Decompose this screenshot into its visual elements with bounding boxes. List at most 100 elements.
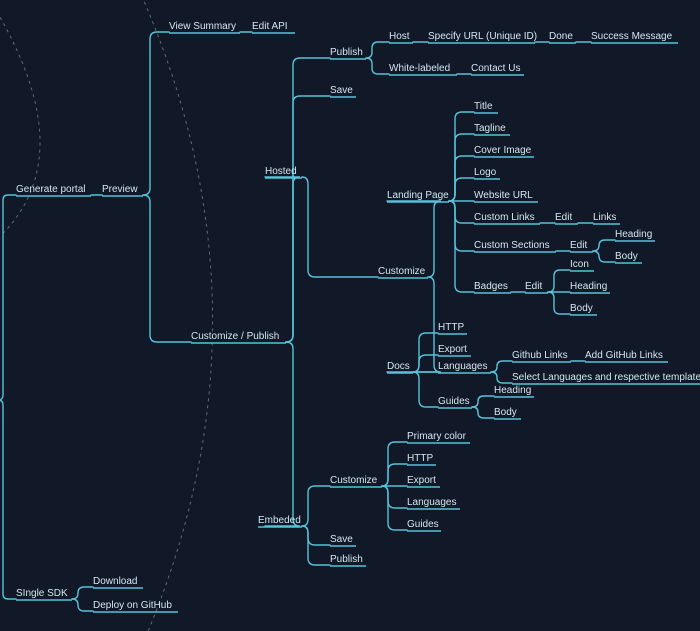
docs-select-lang-label: Select Languages and respective template… [512,372,700,383]
node-lp-title[interactable]: Title [474,101,498,113]
node-lp-logo[interactable]: Logo [474,167,500,179]
emb-export-label: Export [407,475,436,486]
sdk-download-label: Download [93,576,137,587]
emb-primary-label: Primary color [407,431,467,442]
node-lp-tagline[interactable]: Tagline [474,123,510,135]
node-docs-http[interactable]: HTTP [438,322,467,334]
emb-publish-label: Publish [330,554,363,565]
node-customize-hosted[interactable]: Customize [378,266,428,278]
publish-white-label: White-labeled [389,63,450,74]
node-lp-b-heading[interactable]: Heading [570,281,610,293]
node-emb-primary[interactable]: Primary color [407,431,470,443]
lp-website-label: Website URL [474,190,533,201]
emb-customize-label: Customize [330,475,378,486]
lp-cover-label: Cover Image [474,145,532,156]
node-sdk-download[interactable]: Download [93,576,143,588]
docs-g-heading-label: Heading [494,385,531,396]
node-landing-page[interactable]: Landing Page [387,190,449,202]
lp-badges-label: Badges [474,281,508,292]
lp-tagline-label: Tagline [474,123,506,134]
emb-languages-label: Languages [407,497,457,508]
docs-http-label: HTTP [438,322,464,333]
node-docs-g-heading[interactable]: Heading [494,385,534,397]
node-embeded[interactable]: Embeded [258,515,302,527]
embeded-label: Embeded [258,515,301,526]
node-emb-languages[interactable]: Languages [407,497,460,509]
node-publish-contact[interactable]: Contact Us [471,63,524,75]
publish-specify-label: Specify URL (Unique ID) [428,31,537,42]
node-publish-specify[interactable]: Specify URL (Unique ID) [428,31,537,43]
node-emb-export[interactable]: Export [407,475,440,487]
node-lp-cs-heading[interactable]: Heading [615,229,655,241]
node-publish-host[interactable]: Host [389,31,413,43]
node-docs-languages[interactable]: Languages [438,361,491,373]
docs-guides-label: Guides [438,396,470,407]
node-lp-cover[interactable]: Cover Image [474,145,534,157]
edit-api-label: Edit API [252,21,288,32]
lp-b-heading-label: Heading [570,281,607,292]
lp-custom-links-label: Custom Links [474,212,535,223]
node-view-summary[interactable]: View Summary [169,21,240,33]
hosted-label: Hosted [265,166,297,177]
node-hosted[interactable]: Hosted [265,166,302,178]
node-docs-export[interactable]: Export [438,344,471,356]
node-edit-api[interactable]: Edit API [252,21,295,33]
customize-publish-label: Customize / Publish [191,331,279,342]
node-docs-github[interactable]: Github Links [512,350,571,362]
lp-cl-links-label: Links [593,212,616,223]
lp-title-label: Title [474,101,493,112]
lp-b-icon-label: Icon [570,259,589,270]
node-docs-g-body[interactable]: Body [494,407,521,419]
view-summary-label: View Summary [169,21,236,32]
docs-g-body-label: Body [494,407,517,418]
node-preview[interactable]: Preview [102,184,143,196]
node-docs[interactable]: Docs [387,361,413,373]
lp-cs-heading-label: Heading [615,229,652,240]
node-lp-b-icon[interactable]: Icon [570,259,594,271]
node-lp-custom-links[interactable]: Custom Links [474,212,540,224]
docs-github-label: Github Links [512,350,568,361]
emb-save-label: Save [330,534,353,545]
lp-b-body-label: Body [570,303,593,314]
node-lp-cl-edit[interactable]: Edit [555,212,578,224]
preview-label: Preview [102,184,138,195]
node-publish[interactable]: Publish [330,47,366,59]
lp-logo-label: Logo [474,167,497,178]
node-lp-cl-links[interactable]: Links [593,212,620,224]
node-docs-add-github[interactable]: Add GitHub Links [585,350,668,362]
lp-cs-edit-label: Edit [570,240,587,251]
node-publish-success[interactable]: Success Message [591,31,678,43]
node-emb-http[interactable]: HTTP [407,453,436,465]
node-publish-white-labeled[interactable]: White-labeled [389,63,457,75]
publish-label: Publish [330,47,363,58]
publish-done-label: Done [549,31,573,42]
node-lp-b-body[interactable]: Body [570,303,597,315]
node-docs-guides[interactable]: Guides [438,396,472,408]
node-sdk-deploy[interactable]: Deploy on GitHub [93,600,178,612]
node-single-sdk[interactable]: SIngle SDK [16,588,72,600]
publish-success-label: Success Message [591,31,673,42]
node-emb-customize[interactable]: Customize [330,475,382,487]
node-lp-cs-edit[interactable]: Edit [570,240,593,252]
node-lp-b-edit[interactable]: Edit [525,281,548,293]
node-emb-save[interactable]: Save [330,534,356,546]
single-sdk-label: SIngle SDK [16,588,68,599]
node-docs-select-lang[interactable]: Select Languages and respective template… [512,372,700,384]
docs-add-github-label: Add GitHub Links [585,350,663,361]
node-emb-publish[interactable]: Publish [330,554,366,566]
docs-label: Docs [387,361,410,372]
node-lp-badges[interactable]: Badges [474,281,511,293]
node-generate-portal[interactable]: Generate portal [16,184,91,196]
lp-cl-edit-label: Edit [555,212,572,223]
node-save[interactable]: Save [330,85,356,97]
lp-custom-sections-label: Custom Sections [474,240,550,251]
node-emb-guides[interactable]: Guides [407,519,441,531]
generate-portal-label: Generate portal [16,184,86,195]
node-lp-cs-body[interactable]: Body [615,251,642,263]
save-label: Save [330,85,353,96]
node-lp-custom-sections[interactable]: Custom Sections [474,240,556,252]
node-customize-publish[interactable]: Customize / Publish [191,331,286,343]
docs-languages-label: Languages [438,361,488,372]
node-lp-website[interactable]: Website URL [474,190,538,202]
node-publish-done[interactable]: Done [549,31,576,43]
